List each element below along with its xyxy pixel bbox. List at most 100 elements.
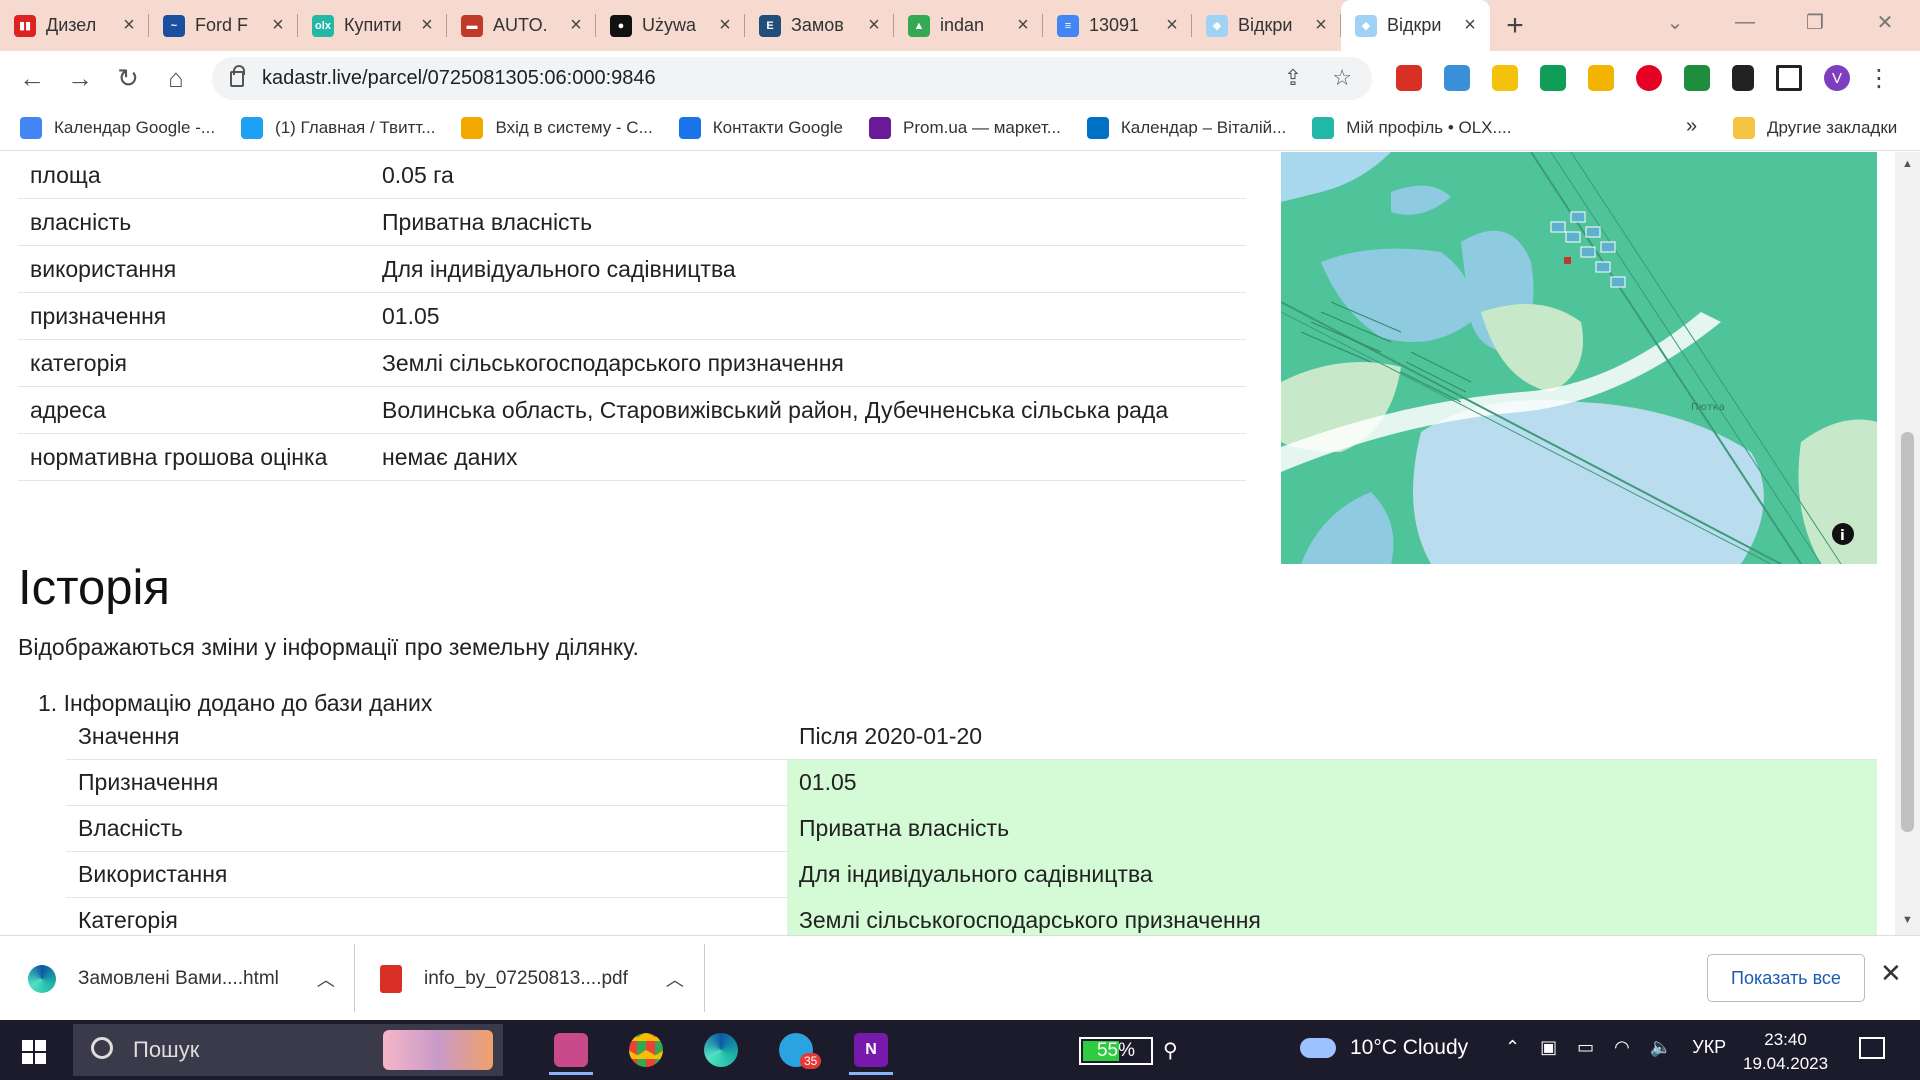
bookmark-label[interactable]: Вхід в систему - С... [495, 118, 652, 138]
pinterest-icon[interactable] [1636, 65, 1662, 91]
tab-title[interactable]: Купити [344, 15, 415, 36]
address-bar[interactable]: kadastr.live/parcel/0725081305:06:000:98… [212, 57, 1372, 100]
bookmark-label[interactable]: Мій профіль • OLX.... [1346, 118, 1511, 138]
close-tab-icon[interactable]: × [266, 14, 290, 37]
share-icon[interactable]: ⇪ [1284, 65, 1302, 91]
bookmark-label[interactable]: (1) Главная / Твитт... [275, 118, 435, 138]
bookmark-item[interactable]: Календар Google -... [20, 116, 215, 139]
tab-title[interactable]: Замов [791, 15, 862, 36]
url-text[interactable]: kadastr.live/parcel/0725081305:06:000:98… [262, 67, 656, 90]
scroll-down-icon[interactable]: ▼ [1902, 914, 1913, 926]
browser-tab[interactable]: ▬ AUTO. × [447, 0, 596, 51]
close-tab-icon[interactable]: × [1309, 14, 1333, 37]
close-tab-icon[interactable]: × [564, 14, 588, 37]
browser-tab[interactable]: ● Używa × [596, 0, 745, 51]
tab-title[interactable]: Używa [642, 15, 713, 36]
bookmark-item[interactable]: (1) Главная / Твитт... [241, 116, 435, 139]
browser-tab[interactable]: ◆ Відкри × [1192, 0, 1341, 51]
back-button[interactable]: ← [8, 54, 56, 102]
language-indicator[interactable]: УКР [1692, 1037, 1726, 1058]
start-button[interactable] [22, 1040, 46, 1064]
calendar-extension-icon[interactable] [1444, 65, 1470, 91]
close-tab-icon[interactable]: × [117, 14, 141, 37]
minimize-button[interactable]: — [1710, 0, 1780, 44]
tab-title[interactable]: indan [940, 15, 1011, 36]
bookmarks-overflow-button[interactable]: » [1686, 115, 1697, 138]
menu-icon[interactable]: ⋮ [1867, 64, 1891, 93]
reload-button[interactable]: ↻ [104, 54, 152, 102]
taskbar-edge[interactable] [685, 1025, 757, 1075]
chevron-up-icon[interactable]: ︿ [317, 966, 335, 992]
taskbar-telegram[interactable]: 35 [760, 1025, 832, 1075]
bookmark-item[interactable]: Контакти Google [678, 116, 843, 139]
battery-icon[interactable]: ▭ [1577, 1037, 1594, 1058]
tab-title[interactable]: 13091 [1089, 15, 1160, 36]
profile-avatar[interactable]: V [1824, 65, 1850, 91]
translate-extension-icon[interactable] [1540, 65, 1566, 91]
browser-tab[interactable]: ▲ indan × [894, 0, 1043, 51]
other-bookmarks-folder[interactable]: Другие закладки [1733, 117, 1897, 139]
browser-tab[interactable]: E Замов × [745, 0, 894, 51]
chevron-up-icon[interactable]: ⌃ [1505, 1037, 1520, 1058]
browser-tab[interactable]: ▮▮ Дизел × [0, 0, 149, 51]
browser-tab[interactable]: ◆ Відкри × [1341, 0, 1490, 51]
tab-title[interactable]: Дизел [46, 15, 117, 36]
close-shelf-icon[interactable]: ✕ [1880, 958, 1902, 989]
download-item[interactable]: info_by_07250813....pdf ︿ [380, 936, 684, 1021]
chevron-up-icon[interactable]: ︿ [666, 966, 684, 992]
download-filename[interactable]: Замовлені Вами....html [78, 968, 279, 990]
other-bookmarks-label[interactable]: Другие закладки [1767, 118, 1897, 138]
taskbar-snipping-tool[interactable] [535, 1025, 607, 1075]
close-tab-icon[interactable]: × [1160, 14, 1184, 37]
download-filename[interactable]: info_by_07250813....pdf [424, 968, 628, 990]
search-placeholder[interactable]: Пошук [133, 1037, 199, 1063]
bookmark-star-icon[interactable]: ☆ [1332, 65, 1352, 91]
bookmark-item[interactable]: Prom.ua — маркет... [869, 116, 1061, 139]
tab-title[interactable]: AUTO. [493, 15, 564, 36]
weather-widget[interactable]: 10°C Cloudy [1300, 1036, 1468, 1060]
close-tab-icon[interactable]: × [415, 14, 439, 37]
tab-search-icon[interactable]: ⌄ [1640, 0, 1710, 44]
close-tab-icon[interactable]: × [1458, 14, 1482, 37]
bookmark-item[interactable]: Вхід в систему - С... [461, 116, 653, 139]
parcel-map[interactable]: Пютка i [1281, 152, 1877, 564]
browser-tab[interactable]: olx Купити × [298, 0, 447, 51]
volume-icon[interactable]: 🔈 [1650, 1037, 1672, 1058]
bookmark-label[interactable]: Календар – Віталій... [1121, 118, 1286, 138]
home-button[interactable]: ⌂ [152, 54, 200, 102]
scrollbar-thumb[interactable] [1901, 432, 1914, 832]
scroll-up-icon[interactable]: ▲ [1902, 158, 1913, 170]
browser-tab[interactable]: ~ Ford F × [149, 0, 298, 51]
notes-extension-icon[interactable] [1492, 65, 1518, 91]
battery-indicator[interactable]: 55% [1079, 1037, 1153, 1065]
forward-button[interactable]: → [56, 54, 104, 102]
tab-title[interactable]: Відкри [1387, 15, 1458, 36]
tab-title[interactable]: Ford F [195, 15, 266, 36]
show-all-downloads-button[interactable]: Показать все [1707, 954, 1865, 1002]
clock[interactable]: 23:40 19.04.2023 [1743, 1028, 1828, 1076]
close-window-button[interactable]: ✕ [1850, 0, 1920, 44]
bookmark-label[interactable]: Prom.ua — маркет... [903, 118, 1061, 138]
map-canvas[interactable]: Пютка i [1281, 152, 1877, 564]
people-extension-icon[interactable] [1588, 65, 1614, 91]
green-extension-icon[interactable] [1684, 65, 1710, 91]
close-tab-icon[interactable]: × [713, 14, 737, 37]
browser-tab[interactable]: ≡ 13091 × [1043, 0, 1192, 51]
taskbar-onenote[interactable]: N [835, 1025, 907, 1075]
close-tab-icon[interactable]: × [862, 14, 886, 37]
lock-icon[interactable] [230, 64, 245, 87]
notification-icon[interactable] [1859, 1037, 1885, 1059]
restore-button[interactable]: ❐ [1780, 0, 1850, 44]
bookmark-item[interactable]: Мій профіль • OLX.... [1312, 116, 1511, 139]
bookmark-item[interactable]: Календар – Віталій... [1086, 116, 1286, 139]
extensions-puzzle-icon[interactable] [1732, 65, 1754, 91]
tab-title[interactable]: Відкри [1238, 15, 1309, 36]
network-adapter-icon[interactable]: ▣ [1540, 1037, 1557, 1058]
new-tab-button[interactable]: + [1490, 0, 1540, 51]
wifi-icon[interactable]: ◠ [1614, 1037, 1630, 1058]
close-tab-icon[interactable]: × [1011, 14, 1035, 37]
bookmark-label[interactable]: Контакти Google [713, 118, 843, 138]
download-item[interactable]: Замовлені Вами....html ︿ [28, 936, 335, 1021]
page-scrollbar[interactable]: ▲ ▼ [1895, 152, 1920, 935]
taskbar-search[interactable]: Пошук [73, 1024, 503, 1076]
